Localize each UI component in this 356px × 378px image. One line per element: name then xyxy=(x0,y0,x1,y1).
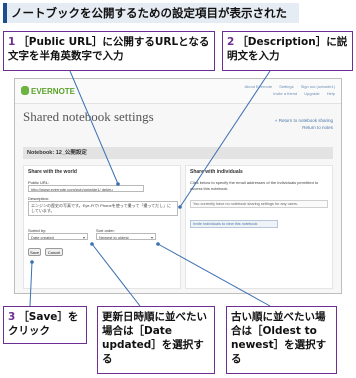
link-settings[interactable]: Settings xyxy=(279,84,293,89)
share-individuals-panel: Share with individuals Click below to sp… xyxy=(185,165,333,289)
sort-order-select[interactable]: Newest to oldest ▾ xyxy=(96,233,156,240)
top-bar: EVERNOTE About Evernote Settings Sign ou… xyxy=(15,79,341,104)
cancel-button[interactable]: Cancel xyxy=(45,248,63,256)
callout-oldest: 古い順に並べたい場合は［Oldest to newest］を選択する xyxy=(226,306,337,374)
callout-text: ［Description］に説明文を入力 xyxy=(227,36,348,62)
callout-text: ［Save］をクリック xyxy=(8,311,79,337)
settings-heading: Shared notebook settings xyxy=(23,109,154,124)
share-individuals-description: Click below to specify the email address… xyxy=(190,180,319,191)
save-button[interactable]: Save xyxy=(28,248,41,256)
link-help[interactable]: Help xyxy=(327,91,335,96)
public-url-input[interactable]: http://www.evernote.com/pub/uniwide1/ de… xyxy=(28,185,144,192)
link-about[interactable]: About Evernote xyxy=(244,84,272,89)
share-individuals-title: Share with individuals xyxy=(190,169,243,175)
callout-number: 3 xyxy=(8,311,16,323)
callout-date-updated: 更新日時順に並べたい場合は［Date updated］を選択する xyxy=(97,306,215,374)
evernote-screenshot: EVERNOTE About Evernote Settings Sign ou… xyxy=(14,78,342,294)
callout-number: 1 xyxy=(8,36,16,48)
top-links: About Evernote Settings Sign out (uniwid… xyxy=(238,83,335,97)
callout-description: 2 ［Description］に説明文を入力 xyxy=(222,31,353,71)
notebook-name-bar: Notebook: 12_公開設定 xyxy=(23,147,333,159)
callout-save: 3 ［Save］をクリック xyxy=(3,306,87,344)
elephant-icon xyxy=(21,86,29,95)
chevron-down-icon: ▾ xyxy=(82,235,85,240)
chevron-down-icon: ▾ xyxy=(150,235,153,240)
link-sign-out[interactable]: Sign out (uniwide1) xyxy=(301,84,335,89)
link-return-notes[interactable]: Return to notes xyxy=(275,124,333,131)
callout-number: 2 xyxy=(227,36,235,48)
link-invite[interactable]: Invite a friend xyxy=(273,91,297,96)
sharing-status-box: You currently have no notebook sharing s… xyxy=(190,200,328,208)
sort-order-value: Newest to oldest xyxy=(99,235,129,240)
sorted-by-select[interactable]: Date created ▾ xyxy=(28,233,88,240)
share-world-title: Share with the world xyxy=(28,169,77,175)
callout-text: ［Public URL］に公開するURLとなる文字を半角英数字で入力 xyxy=(8,36,210,62)
callout-text: 更新日時順に並べたい場合は［Date updated］を選択する xyxy=(102,311,207,365)
callout-public-url: 1 ［Public URL］に公開するURLとなる文字を半角英数字で入力 xyxy=(3,31,215,71)
callout-text: 古い順に並べたい場合は［Oldest to newest］を選択する xyxy=(231,311,327,365)
share-world-panel: Share with the world Public URL: http://… xyxy=(23,165,181,289)
sorted-by-value: Date created xyxy=(31,235,54,240)
invite-individuals-button[interactable]: Invite individuals to view this notebook xyxy=(190,220,278,228)
return-links: « Return to notebook sharing Return to n… xyxy=(275,117,333,131)
link-upgrade[interactable]: Upgrade xyxy=(304,91,319,96)
page-title: ノートブックを公開するための設定項目が表示された xyxy=(3,3,299,23)
evernote-logo: EVERNOTE xyxy=(21,86,75,96)
description-textarea[interactable]: エンジンの歴史の写真です。Eye-Fiでi Phoneを使って撮って「撮ってだし… xyxy=(28,201,178,216)
link-return-sharing[interactable]: « Return to notebook sharing xyxy=(275,117,333,124)
